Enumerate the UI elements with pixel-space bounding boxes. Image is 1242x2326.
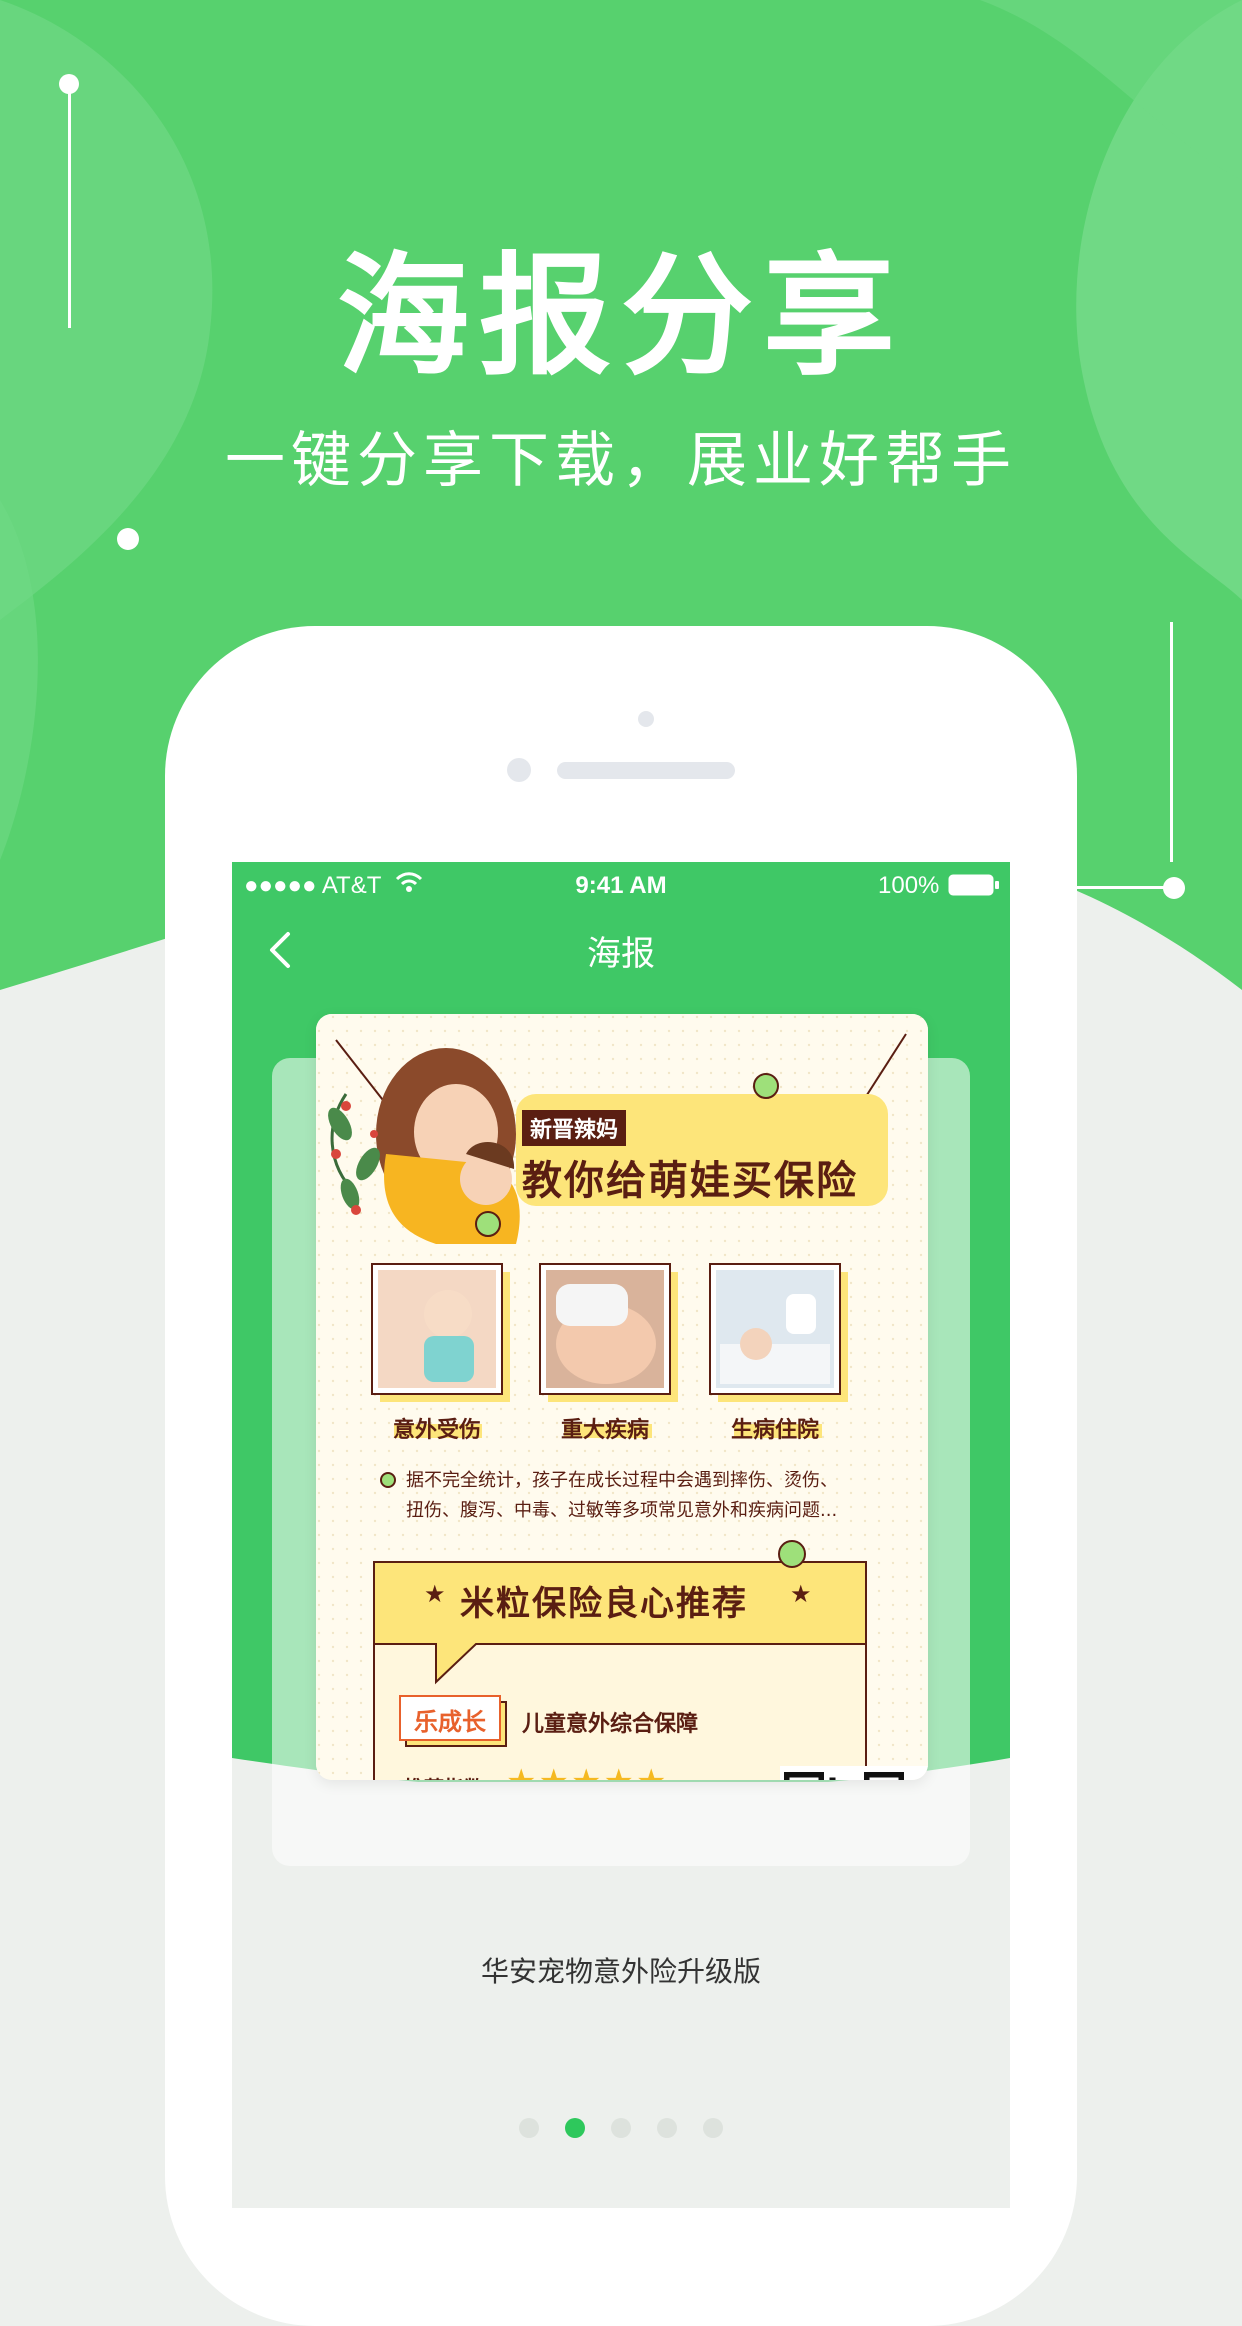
decor-dot xyxy=(117,528,139,550)
star-icon: ★ xyxy=(571,1763,603,1780)
decor-dot xyxy=(59,74,79,94)
product-badge: 乐成长 xyxy=(414,1708,486,1736)
rating-stars: ★★★★★ xyxy=(506,1762,668,1780)
phone-sensor xyxy=(638,711,654,727)
poster-tag: 新晋辣妈 xyxy=(522,1110,627,1146)
pagination-dot-active[interactable] xyxy=(565,2118,585,2138)
decor-line xyxy=(68,84,71,328)
status-bar: ●●●●● AT&T 9:41 AM 100% xyxy=(232,862,1010,908)
star-icon: ★ xyxy=(636,1763,668,1780)
poster-note: 据不完全统计，孩子在成长过程中会遇到摔伤、烫伤、 xyxy=(406,1470,838,1491)
decor-dot xyxy=(1163,877,1185,899)
star-icon: ★ xyxy=(538,1763,570,1780)
battery-icon xyxy=(948,874,1000,903)
battery-percent: 100% xyxy=(878,872,940,899)
decor-line xyxy=(1170,622,1173,862)
poster-category-label: 生病住院 xyxy=(730,1418,819,1443)
star-icon: ★ xyxy=(603,1763,635,1780)
poster-card[interactable]: 新晋辣妈 教你给萌娃买保险 意外受伤 重大疾病 生病住院 据不完全统计，孩子在成… xyxy=(316,1014,928,1780)
poster-note: 扭伤、腹泻、中毒、过敏等多项常见意外和疾病问题... xyxy=(406,1500,838,1521)
hero-title: 海报分享 xyxy=(337,240,905,394)
hero-subtitle: 一键分享下载，展业好帮手 xyxy=(225,426,1017,496)
decor-line xyxy=(1075,886,1165,889)
poster-category-label: 重大疾病 xyxy=(560,1418,649,1443)
rating-label: 推荐指数: xyxy=(404,1772,492,1780)
poster-headline: 教你给萌娃买保险 xyxy=(522,1158,858,1204)
recommend-title: 米粒保险良心推荐 xyxy=(460,1584,748,1624)
phone-screen: ●●●●● AT&T 9:41 AM 100% 海报 新晋辣妈 教你给萌娃买保险… xyxy=(232,862,1010,2208)
star-icon: ★ xyxy=(506,1763,538,1780)
pagination-dot[interactable] xyxy=(703,2118,723,2138)
poster-caption: 华安宠物意外险升级版 xyxy=(480,1955,761,1988)
qr-code xyxy=(784,1772,904,1780)
product-name: 儿童意外综合保障 xyxy=(522,1712,699,1737)
star-icon: ★ xyxy=(424,1581,446,1608)
page-title: 海报 xyxy=(587,934,655,974)
phone-speaker xyxy=(557,762,735,779)
poster-category-label: 意外受伤 xyxy=(392,1418,481,1443)
star-icon: ★ xyxy=(790,1581,812,1608)
pagination-dot[interactable] xyxy=(657,2118,677,2138)
pagination-dot[interactable] xyxy=(519,2118,539,2138)
pagination-dot[interactable] xyxy=(611,2118,631,2138)
phone-camera xyxy=(507,758,531,782)
carousel-pagination xyxy=(232,2118,1010,2142)
